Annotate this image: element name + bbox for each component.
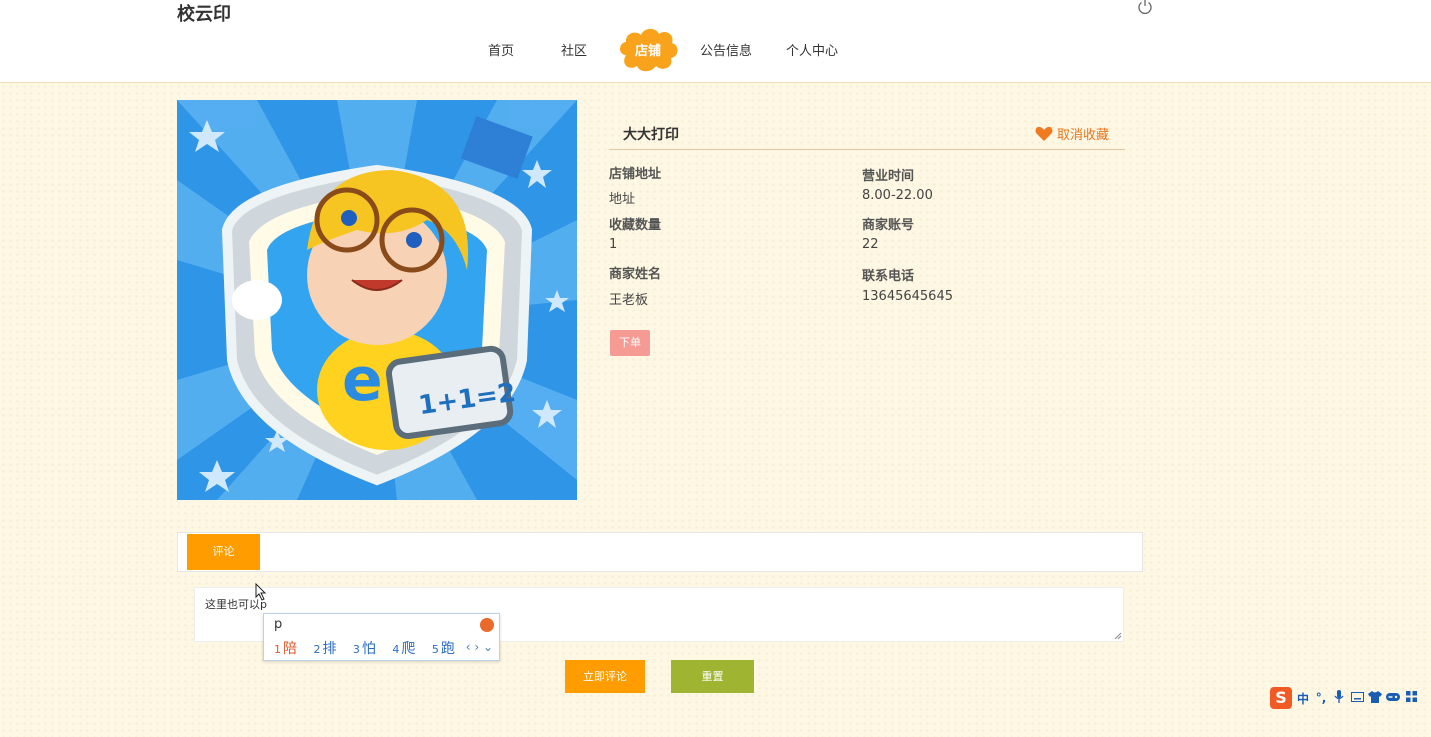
phone-label: 联系电话 bbox=[862, 269, 915, 284]
nav-home[interactable]: 首页 bbox=[488, 40, 514, 59]
gamepad-icon[interactable] bbox=[1386, 691, 1400, 705]
comment-tab-bar: 评论 bbox=[177, 532, 1143, 572]
sogou-logo-icon[interactable]: S bbox=[1270, 687, 1292, 709]
nav-announcements[interactable]: 公告信息 bbox=[700, 40, 752, 59]
keyboard-icon[interactable] bbox=[1350, 691, 1364, 705]
order-button[interactable]: 下单 bbox=[610, 330, 650, 356]
ime-mode-toggle[interactable]: 中 bbox=[1296, 690, 1310, 707]
submit-comment-button[interactable]: 立即评论 bbox=[565, 660, 645, 693]
ime-mascot-icon bbox=[480, 618, 494, 632]
ime-candidate[interactable]: 1陪 bbox=[274, 641, 297, 657]
nav-shop-label: 店铺 bbox=[634, 44, 661, 59]
unfavorite-label: 取消收藏 bbox=[1056, 128, 1109, 143]
address-value: 地址 bbox=[609, 192, 636, 207]
shop-image: e 1+1=2 bbox=[177, 100, 577, 500]
ime-toolbar: S 中 °, bbox=[1270, 686, 1431, 710]
toolbox-grid-icon[interactable] bbox=[1404, 691, 1418, 705]
hours-value: 8.00-22.00 bbox=[862, 188, 933, 203]
power-icon[interactable] bbox=[1136, 0, 1154, 16]
ime-candidate-list: 1陪 2排 3怕 4爬 5跑 bbox=[274, 638, 467, 658]
ime-composition: p bbox=[274, 617, 283, 632]
address-label: 店铺地址 bbox=[609, 167, 662, 182]
svg-text:e: e bbox=[342, 345, 383, 415]
owner-label: 商家姓名 bbox=[609, 267, 662, 282]
hours-label: 营业时间 bbox=[862, 169, 915, 184]
fav-count-value: 1 bbox=[609, 237, 618, 252]
top-header: 校云印 首页 社区 店铺 公告信息 个人中心 bbox=[0, 0, 1431, 83]
ime-candidate[interactable]: 2排 bbox=[313, 641, 336, 657]
skin-shirt-icon[interactable] bbox=[1368, 690, 1382, 706]
ime-candidate[interactable]: 4爬 bbox=[392, 641, 415, 657]
microphone-icon[interactable] bbox=[1332, 690, 1346, 706]
reset-button[interactable]: 重置 bbox=[671, 660, 754, 693]
account-label: 商家账号 bbox=[862, 218, 915, 233]
ime-candidate-popup: p 1陪 2排 3怕 4爬 5跑 ‹ › ⌄ bbox=[263, 613, 500, 661]
punctuation-icon[interactable]: °, bbox=[1314, 691, 1328, 705]
account-value: 22 bbox=[862, 237, 879, 252]
ime-candidate[interactable]: 3怕 bbox=[353, 641, 376, 657]
resize-grip-icon[interactable] bbox=[1114, 632, 1122, 640]
owner-value: 王老板 bbox=[609, 293, 649, 308]
nav-shop[interactable]: 店铺 bbox=[616, 25, 680, 74]
info-divider bbox=[609, 149, 1125, 150]
nav-profile[interactable]: 个人中心 bbox=[786, 40, 838, 59]
site-logo[interactable]: 校云印 bbox=[177, 0, 231, 26]
fav-count-label: 收藏数量 bbox=[609, 218, 662, 233]
shop-name: 大大打印 bbox=[623, 127, 679, 143]
ime-page-arrows-icon[interactable]: ‹ › ⌄ bbox=[466, 640, 493, 654]
nav-community[interactable]: 社区 bbox=[561, 40, 587, 59]
ime-candidate[interactable]: 5跑 bbox=[432, 641, 455, 657]
phone-value: 13645645645 bbox=[862, 289, 953, 304]
mouse-cursor-icon bbox=[255, 583, 267, 601]
unfavorite-button[interactable]: 取消收藏 bbox=[1035, 124, 1109, 143]
heart-icon bbox=[1035, 126, 1053, 141]
tab-comments[interactable]: 评论 bbox=[187, 534, 260, 570]
